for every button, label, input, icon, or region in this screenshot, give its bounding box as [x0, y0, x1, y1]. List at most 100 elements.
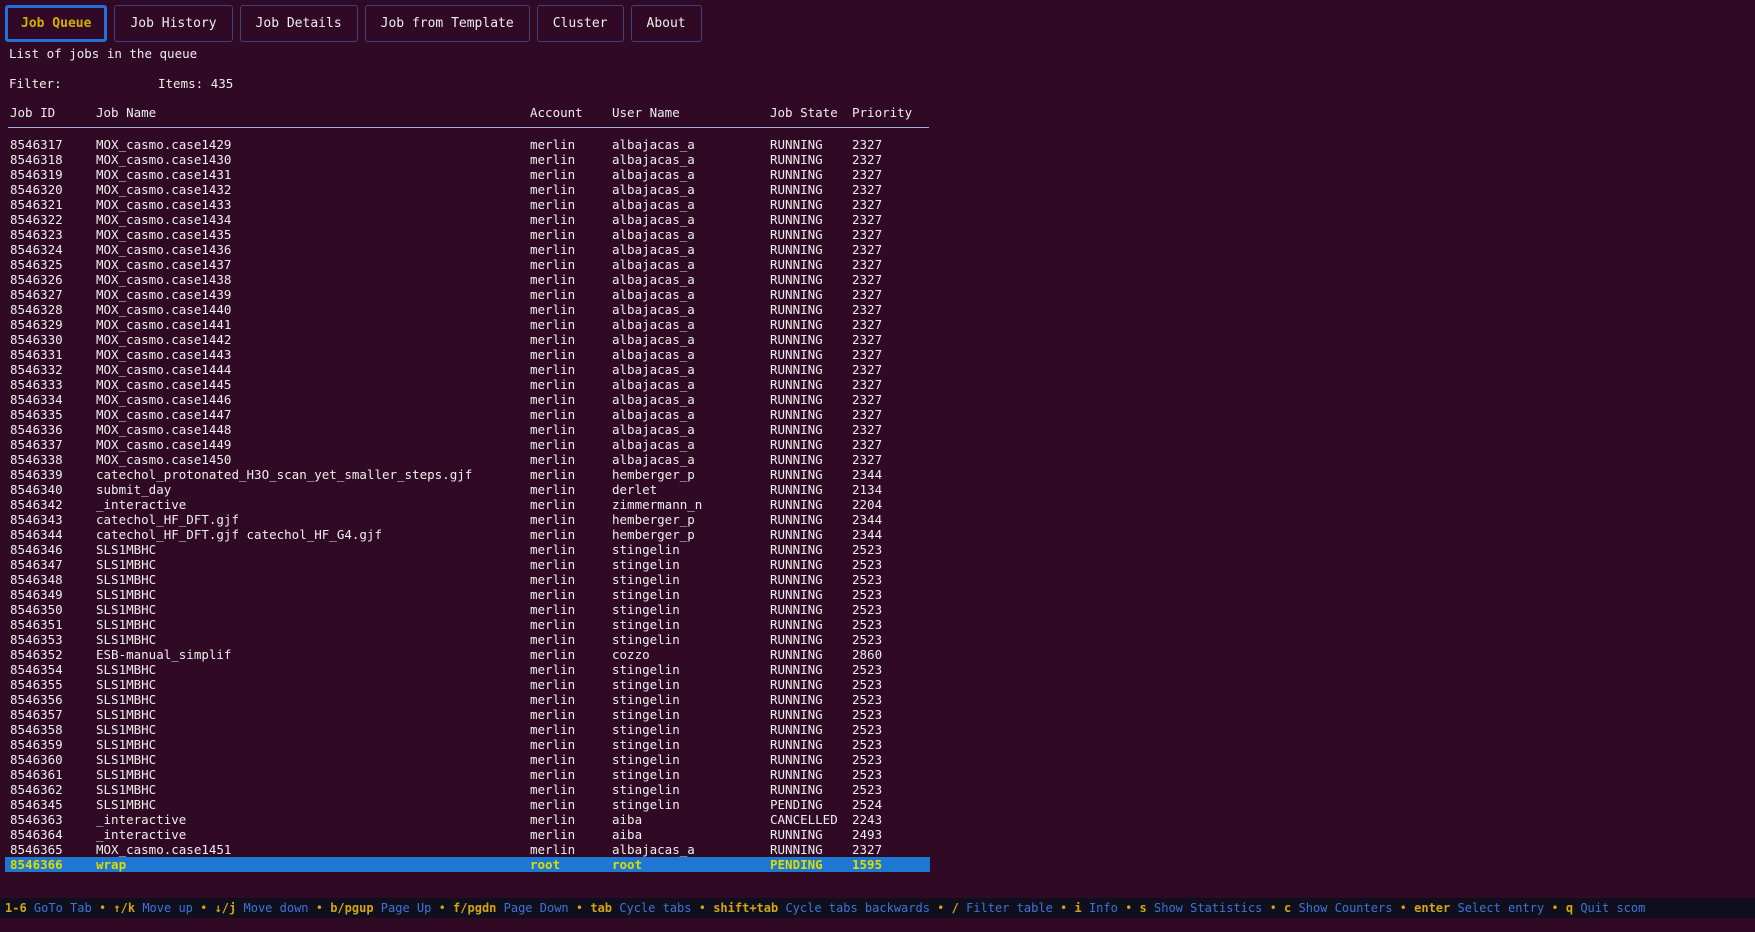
separator-dot: •: [309, 901, 331, 915]
job-id-cell: 8546326: [10, 272, 63, 287]
job-name-cell: SLS1MBHC: [96, 722, 156, 737]
user-name-cell: albajacas_a: [612, 407, 695, 422]
table-row[interactable]: 8546332MOX_casmo.case1444merlinalbajacas…: [0, 362, 930, 377]
table-row[interactable]: 8546338MOX_casmo.case1450merlinalbajacas…: [0, 452, 930, 467]
job-id-cell: 8546360: [10, 752, 63, 767]
table-row[interactable]: 8546329MOX_casmo.case1441merlinalbajacas…: [0, 317, 930, 332]
table-row[interactable]: 8546353SLS1MBHCmerlinstingelinRUNNING252…: [0, 632, 930, 647]
job-name-cell: MOX_casmo.case1437: [96, 257, 231, 272]
user-name-cell: albajacas_a: [612, 197, 695, 212]
table-row[interactable]: 8546354SLS1MBHCmerlinstingelinRUNNING252…: [0, 662, 930, 677]
table-row[interactable]: 8546360SLS1MBHCmerlinstingelinRUNNING252…: [0, 752, 930, 767]
job-state-cell: RUNNING: [770, 737, 823, 752]
table-row[interactable]: 8546334MOX_casmo.case1446merlinalbajacas…: [0, 392, 930, 407]
table-row[interactable]: 8546357SLS1MBHCmerlinstingelinRUNNING252…: [0, 707, 930, 722]
job-state-cell: RUNNING: [770, 392, 823, 407]
job-table: 8546317MOX_casmo.case1429merlinalbajacas…: [0, 137, 930, 872]
table-row[interactable]: 8546340submit_daymerlinderletRUNNING2134: [0, 482, 930, 497]
hotkey-key: q: [1566, 901, 1573, 915]
table-row[interactable]: 8546323MOX_casmo.case1435merlinalbajacas…: [0, 227, 930, 242]
table-row[interactable]: 8546327MOX_casmo.case1439merlinalbajacas…: [0, 287, 930, 302]
job-id-cell: 8546322: [10, 212, 63, 227]
account-cell: merlin: [530, 812, 575, 827]
table-row[interactable]: 8546330MOX_casmo.case1442merlinalbajacas…: [0, 332, 930, 347]
user-name-cell: stingelin: [612, 767, 680, 782]
priority-cell: 2327: [852, 287, 882, 302]
table-row[interactable]: 8546320MOX_casmo.case1432merlinalbajacas…: [0, 182, 930, 197]
table-row[interactable]: 8546363_interactivemerlinaibaCANCELLED22…: [0, 812, 930, 827]
table-row[interactable]: 8546342_interactivemerlinzimmermann_nRUN…: [0, 497, 930, 512]
priority-cell: 2523: [852, 782, 882, 797]
hotkey-desc: Cycle tabs backwards: [778, 901, 930, 915]
job-id-cell: 8546331: [10, 347, 63, 362]
table-row[interactable]: 8546359SLS1MBHCmerlinstingelinRUNNING252…: [0, 737, 930, 752]
tab-job-queue[interactable]: Job Queue: [5, 5, 107, 42]
account-cell: merlin: [530, 782, 575, 797]
table-row[interactable]: 8546325MOX_casmo.case1437merlinalbajacas…: [0, 257, 930, 272]
table-row[interactable]: 8546348SLS1MBHCmerlinstingelinRUNNING252…: [0, 572, 930, 587]
job-state-cell: RUNNING: [770, 467, 823, 482]
hotkey-desc: Move down: [236, 901, 308, 915]
table-row[interactable]: 8546339catechol_protonated_H3O_scan_yet_…: [0, 467, 930, 482]
table-row[interactable]: 8546355SLS1MBHCmerlinstingelinRUNNING252…: [0, 677, 930, 692]
table-row[interactable]: 8546350SLS1MBHCmerlinstingelinRUNNING252…: [0, 602, 930, 617]
table-row[interactable]: 8546346SLS1MBHCmerlinstingelinRUNNING252…: [0, 542, 930, 557]
table-row[interactable]: 8546317MOX_casmo.case1429merlinalbajacas…: [0, 137, 930, 152]
separator-dot: •: [692, 901, 714, 915]
table-row[interactable]: 8546337MOX_casmo.case1449merlinalbajacas…: [0, 437, 930, 452]
table-row[interactable]: 8546326MOX_casmo.case1438merlinalbajacas…: [0, 272, 930, 287]
table-row[interactable]: 8546349SLS1MBHCmerlinstingelinRUNNING252…: [0, 587, 930, 602]
table-row-selected[interactable]: 8546366wraprootrootPENDING1595: [0, 857, 930, 872]
priority-cell: 2523: [852, 737, 882, 752]
table-row[interactable]: 8546345SLS1MBHCmerlinstingelinPENDING252…: [0, 797, 930, 812]
job-id-cell: 8546318: [10, 152, 63, 167]
account-cell: merlin: [530, 197, 575, 212]
table-row[interactable]: 8546358SLS1MBHCmerlinstingelinRUNNING252…: [0, 722, 930, 737]
tab-job-from-template[interactable]: Job from Template: [365, 5, 530, 42]
user-name-cell: stingelin: [612, 557, 680, 572]
table-row[interactable]: 8546331MOX_casmo.case1443merlinalbajacas…: [0, 347, 930, 362]
job-state-cell: RUNNING: [770, 677, 823, 692]
table-row[interactable]: 8546365MOX_casmo.case1451merlinalbajacas…: [0, 842, 930, 857]
job-state-cell: CANCELLED: [770, 812, 838, 827]
job-state-cell: RUNNING: [770, 452, 823, 467]
filter-line: Filter: Items: 435: [9, 76, 1755, 91]
table-row[interactable]: 8546361SLS1MBHCmerlinstingelinRUNNING252…: [0, 767, 930, 782]
table-row[interactable]: 8546343catechol_HF_DFT.gjfmerlinhemberge…: [0, 512, 930, 527]
account-cell: merlin: [530, 332, 575, 347]
job-id-cell: 8546364: [10, 827, 63, 842]
table-row[interactable]: 8546352ESB-manual_simplifmerlincozzoRUNN…: [0, 647, 930, 662]
table-row[interactable]: 8546324MOX_casmo.case1436merlinalbajacas…: [0, 242, 930, 257]
hotkey-desc: Page Down: [496, 901, 568, 915]
table-row[interactable]: 8546328MOX_casmo.case1440merlinalbajacas…: [0, 302, 930, 317]
table-row[interactable]: 8546322MOX_casmo.case1434merlinalbajacas…: [0, 212, 930, 227]
table-row[interactable]: 8546318MOX_casmo.case1430merlinalbajacas…: [0, 152, 930, 167]
job-name-cell: SLS1MBHC: [96, 707, 156, 722]
priority-cell: 2327: [852, 437, 882, 452]
table-row[interactable]: 8546364_interactivemerlinaibaRUNNING2493: [0, 827, 930, 842]
priority-cell: 2327: [852, 377, 882, 392]
user-name-cell: albajacas_a: [612, 242, 695, 257]
table-row[interactable]: 8546333MOX_casmo.case1445merlinalbajacas…: [0, 377, 930, 392]
job-id-cell: 8546324: [10, 242, 63, 257]
table-row[interactable]: 8546362SLS1MBHCmerlinstingelinRUNNING252…: [0, 782, 930, 797]
tab-about[interactable]: About: [631, 5, 702, 42]
table-row[interactable]: 8546336MOX_casmo.case1448merlinalbajacas…: [0, 422, 930, 437]
table-row[interactable]: 8546321MOX_casmo.case1433merlinalbajacas…: [0, 197, 930, 212]
tab-job-details[interactable]: Job Details: [240, 5, 358, 42]
table-row[interactable]: 8546347SLS1MBHCmerlinstingelinRUNNING252…: [0, 557, 930, 572]
tab-cluster[interactable]: Cluster: [537, 5, 624, 42]
table-row[interactable]: 8546344catechol_HF_DFT.gjf catechol_HF_G…: [0, 527, 930, 542]
table-row[interactable]: 8546335MOX_casmo.case1447merlinalbajacas…: [0, 407, 930, 422]
job-id-cell: 8546321: [10, 197, 63, 212]
account-cell: merlin: [530, 317, 575, 332]
tab-job-history[interactable]: Job History: [114, 5, 232, 42]
priority-cell: 2327: [852, 362, 882, 377]
table-row[interactable]: 8546351SLS1MBHCmerlinstingelinRUNNING252…: [0, 617, 930, 632]
column-header-job-name: Job Name: [96, 105, 156, 120]
job-id-cell: 8546349: [10, 587, 63, 602]
column-header-account: Account: [530, 105, 583, 120]
table-row[interactable]: 8546356SLS1MBHCmerlinstingelinRUNNING252…: [0, 692, 930, 707]
table-row[interactable]: 8546319MOX_casmo.case1431merlinalbajacas…: [0, 167, 930, 182]
account-cell: merlin: [530, 617, 575, 632]
